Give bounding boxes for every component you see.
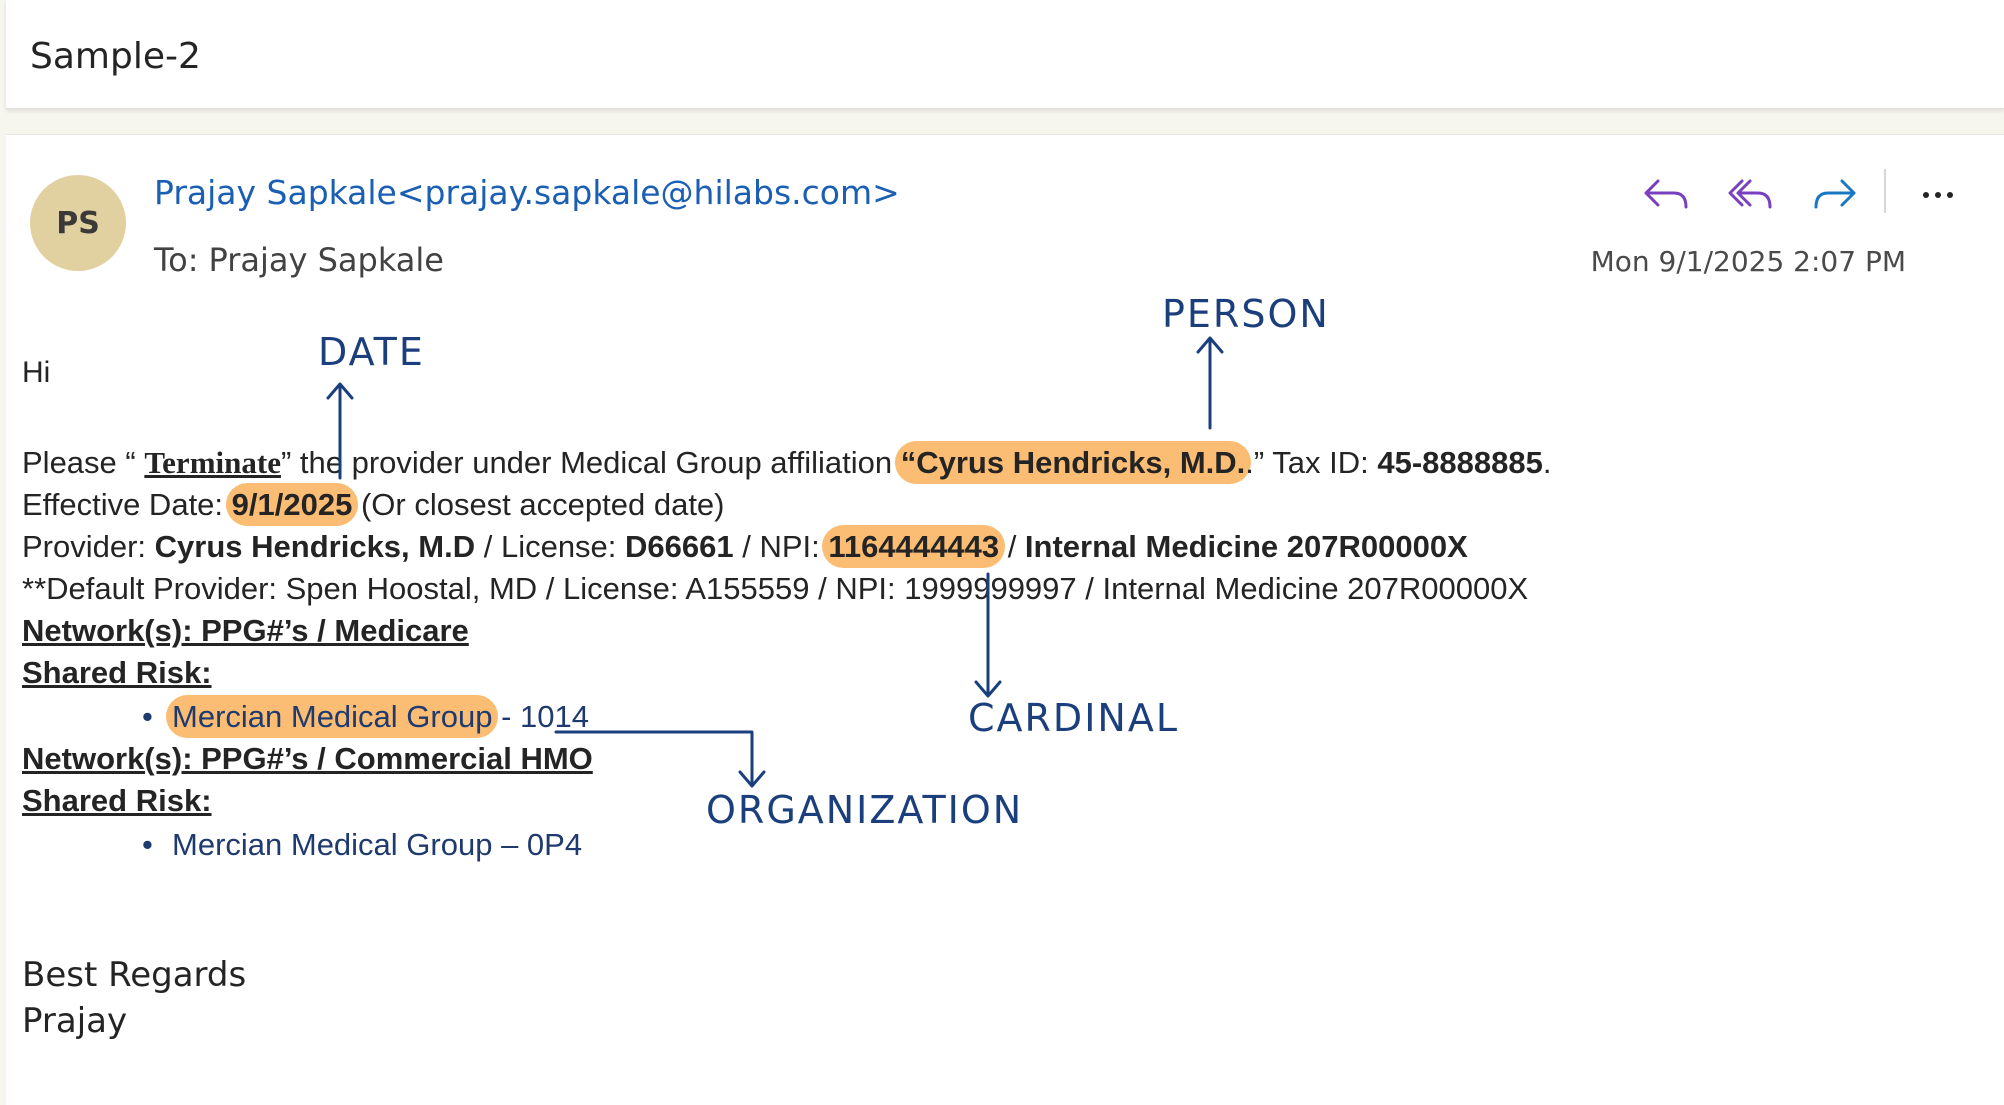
reply-all-icon[interactable]: [1720, 165, 1780, 225]
effective-date-line: Effective Date: 9/1/2025 (Or closest acc…: [22, 483, 725, 526]
avatar[interactable]: PS: [30, 175, 126, 271]
termination-request-line: Please “ Terminate” the provider under M…: [22, 441, 1552, 484]
text-segment: Effective Date:: [22, 487, 232, 522]
shared-risk-heading: Shared Risk:: [22, 783, 212, 818]
text-segment: Provider:: [22, 529, 155, 564]
tax-id: 45-8888885: [1377, 445, 1543, 480]
recipient-name[interactable]: Prajay Sapkale: [208, 241, 444, 279]
closing: Best Regards: [22, 955, 247, 995]
group-code: - 1014: [492, 699, 589, 734]
text-segment: (Or closest accepted date): [352, 487, 725, 522]
reply-icon[interactable]: [1636, 165, 1696, 225]
toolbar-divider: [1884, 169, 1886, 213]
subject-bar: Sample-2: [6, 0, 2004, 109]
license-number: D66661: [625, 529, 734, 564]
email-subject: Sample-2: [30, 36, 201, 77]
group-entry: Mercian Medical Group – 0P4: [172, 827, 583, 862]
terminate-keyword: Terminate: [144, 445, 281, 480]
annotation-organization: ORGANIZATION: [706, 788, 1024, 832]
text-segment: / NPI:: [733, 529, 829, 564]
person-highlight: “Cyrus Hendricks, M.D.: [894, 441, 1252, 484]
date-highlight: 9/1/2025: [225, 483, 359, 526]
greeting: Hi: [22, 356, 51, 389]
bullet-icon: •: [142, 827, 153, 862]
npi-highlight: 1164444443: [822, 525, 1006, 568]
annotation-cardinal: CARDINAL: [968, 696, 1179, 740]
network-heading-medicare: Network(s): PPG#’s / Medicare: [22, 613, 469, 648]
forward-icon[interactable]: [1804, 165, 1864, 225]
specialty: Internal Medicine 207R00000X: [1024, 529, 1468, 564]
text-segment: / License:: [475, 529, 626, 564]
annotation-date: DATE: [318, 330, 425, 374]
text-segment: ” the provider under Medical Group affil…: [280, 445, 901, 480]
provider-line: Provider: Cyrus Hendricks, M.D / License…: [22, 525, 1468, 568]
text-segment: /: [999, 529, 1025, 564]
default-provider-line: **Default Provider: Spen Hoostal, MD / L…: [22, 571, 1529, 606]
signature: Prajay: [22, 1001, 128, 1041]
message-actions: [1636, 165, 1966, 225]
recipient-line: To: Prajay Sapkale: [154, 241, 444, 279]
list-item: • Mercian Medical Group – 0P4: [142, 824, 582, 866]
text-segment: Please “: [22, 445, 145, 480]
to-label: To:: [154, 241, 199, 279]
organization-highlight: Mercian Medical Group: [166, 695, 499, 738]
annotation-person: PERSON: [1162, 292, 1330, 336]
text-segment: .: [1542, 445, 1552, 480]
sent-timestamp: Mon 9/1/2025 2:07 PM: [1590, 245, 1906, 278]
more-icon[interactable]: [1908, 165, 1968, 225]
text-segment: .” Tax ID:: [1245, 445, 1378, 480]
list-item: • Mercian Medical Group - 1014: [142, 695, 589, 738]
provider-name: Cyrus Hendricks, M.D: [154, 529, 476, 564]
network-heading-commercial: Network(s): PPG#’s / Commercial HMO: [22, 741, 593, 776]
sender-address[interactable]: Prajay Sapkale<prajay.sapkale@hilabs.com…: [154, 173, 900, 212]
shared-risk-heading: Shared Risk:: [22, 655, 212, 690]
